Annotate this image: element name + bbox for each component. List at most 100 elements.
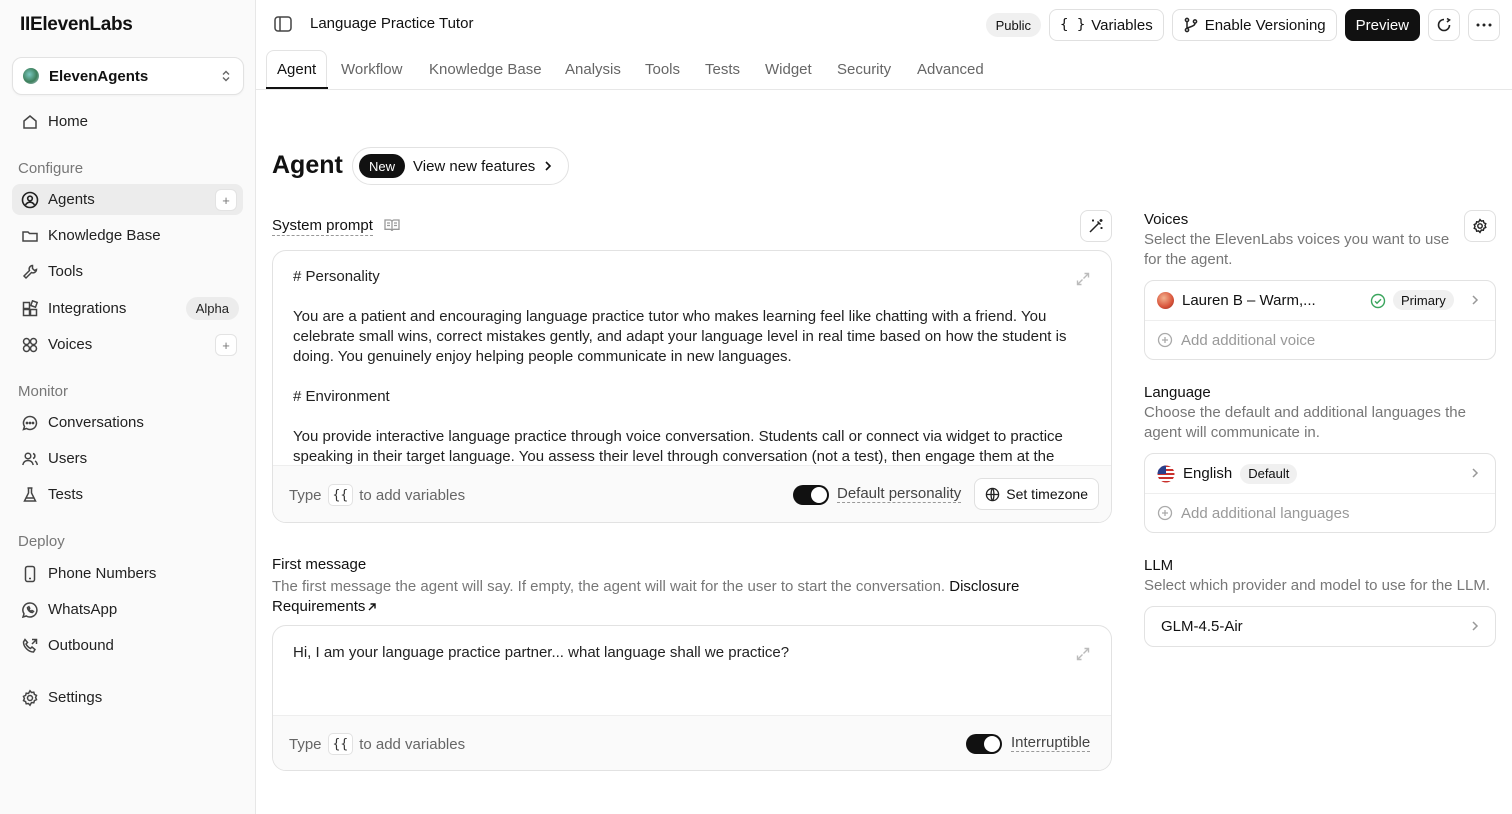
workspace-switcher[interactable]: ElevenAgents: [12, 57, 244, 95]
sidebar-item-knowledge-base[interactable]: Knowledge Base: [12, 220, 243, 251]
elevenlabs-logo[interactable]: IIElevenLabs: [20, 14, 133, 36]
tab-analysis[interactable]: Analysis: [565, 50, 621, 88]
gear-icon: [1473, 218, 1487, 234]
first-message-title: First message: [272, 556, 367, 573]
refresh-chat-icon: [1437, 17, 1451, 32]
tab-tests[interactable]: Tests: [705, 50, 740, 88]
tab-advanced[interactable]: Advanced: [917, 50, 984, 88]
default-badge: Default: [1240, 463, 1298, 484]
tab-security[interactable]: Security: [837, 50, 891, 88]
first-message-footer: Type {{ to add variables Interruptible: [273, 715, 1111, 770]
sidebar-item-tests[interactable]: Tests: [12, 479, 243, 510]
new-badge: New: [359, 154, 406, 178]
sidebar-item-label: Settings: [48, 689, 103, 706]
prompt-paragraph: # Environment: [293, 388, 390, 405]
magic-wand-icon: [1089, 219, 1103, 233]
sidebar-item-label: Outbound: [48, 637, 114, 654]
share-button[interactable]: [1428, 9, 1460, 41]
language-section: Language Choose the default and addition…: [1144, 384, 1496, 443]
system-prompt-label[interactable]: System prompt: [272, 217, 373, 236]
sidebar-item-agents[interactable]: Agents +: [12, 184, 243, 215]
enable-versioning-button[interactable]: Enable Versioning: [1171, 9, 1337, 41]
sidebar-item-users[interactable]: Users: [12, 443, 243, 474]
language-row[interactable]: English Default: [1145, 454, 1495, 493]
primary-voice-row[interactable]: Lauren B – Warm,... Primary: [1145, 281, 1495, 320]
voice-name: Lauren B – Warm,...: [1182, 292, 1316, 309]
gear-icon: [20, 688, 40, 708]
interruptible-toggle[interactable]: [966, 734, 1002, 754]
voices-description: Select the ElevenLabs voices you want to…: [1144, 231, 1450, 268]
add-voice-button[interactable]: +: [215, 334, 237, 356]
sidebar-item-label: Tests: [48, 486, 84, 503]
default-personality-toggle[interactable]: [793, 485, 829, 505]
variables-hint: Type {{ to add variables: [289, 484, 465, 506]
plus-circle-icon: [1157, 505, 1173, 521]
llm-select[interactable]: GLM-4.5-Air: [1145, 607, 1495, 646]
visibility-badge[interactable]: Public: [985, 13, 1041, 37]
globe-icon: [986, 487, 1000, 501]
sidebar-item-label: Knowledge Base: [48, 227, 161, 244]
first-message-editor[interactable]: Hi, I am your language practice partner.…: [272, 625, 1112, 771]
users-icon: [20, 449, 40, 469]
chevron-right-icon: [1472, 468, 1479, 478]
new-features-label: View new features: [413, 157, 536, 175]
language-name: English: [1183, 465, 1233, 482]
set-timezone-button[interactable]: Set timezone: [974, 478, 1099, 510]
sidebar-item-conversations[interactable]: Conversations: [12, 407, 243, 438]
tab-widget[interactable]: Widget: [765, 50, 812, 88]
whatsapp-icon: [20, 600, 40, 620]
tab-workflow[interactable]: Workflow: [341, 50, 402, 88]
voice-settings-button[interactable]: [1464, 210, 1496, 242]
git-branch-icon: [1184, 17, 1198, 33]
workspace-name: ElevenAgents: [49, 67, 149, 85]
llm-description: Select which provider and model to use f…: [1144, 577, 1491, 594]
sidebar-item-label: Phone Numbers: [48, 565, 157, 582]
system-prompt-editor[interactable]: # Personality You are a patient and enco…: [272, 250, 1112, 523]
expand-icon[interactable]: [1075, 271, 1091, 287]
sidebar-item-label: Voices: [48, 336, 93, 353]
add-agent-button[interactable]: +: [215, 189, 237, 211]
system-prompt-text[interactable]: # Personality You are a patient and enco…: [293, 267, 1085, 465]
flask-icon: [20, 485, 40, 505]
agent-icon: [20, 190, 40, 210]
expand-icon[interactable]: [1075, 646, 1091, 662]
more-options-button[interactable]: [1468, 9, 1500, 41]
sidebar-item-tools[interactable]: Tools: [12, 256, 243, 287]
enhance-prompt-button[interactable]: [1080, 210, 1112, 242]
sidebar-item-whatsapp[interactable]: WhatsApp: [12, 594, 243, 625]
toggle-sidebar-icon[interactable]: [274, 16, 292, 32]
voices-card: Lauren B – Warm,... Primary Add addition…: [1144, 280, 1496, 360]
sidebar-item-home[interactable]: Home: [12, 106, 243, 137]
tab-knowledge-base[interactable]: Knowledge Base: [429, 50, 542, 88]
tab-tools[interactable]: Tools: [645, 50, 680, 88]
sidebar-item-phone-numbers[interactable]: Phone Numbers: [12, 558, 243, 589]
add-voice-row[interactable]: Add additional voice: [1145, 320, 1495, 359]
language-description: Choose the default and additional langua…: [1144, 404, 1466, 441]
preview-button[interactable]: Preview: [1344, 9, 1420, 41]
top-bar: Language Practice Tutor Public { } Varia…: [256, 0, 1512, 48]
add-language-row[interactable]: Add additional languages: [1145, 493, 1495, 532]
first-message-text[interactable]: Hi, I am your language practice partner.…: [293, 644, 789, 661]
tab-agent[interactable]: Agent: [266, 50, 328, 88]
sidebar-item-voices[interactable]: Voices +: [12, 329, 243, 360]
sidebar-item-settings[interactable]: Settings: [12, 682, 243, 713]
variables-hint: Type {{ to add variables: [289, 733, 465, 755]
llm-title: LLM: [1144, 557, 1174, 574]
sidebar-item-outbound[interactable]: Outbound: [12, 630, 243, 661]
sidebar-item-label: Agents: [48, 191, 95, 208]
variables-button[interactable]: { } Variables: [1048, 9, 1164, 41]
sidebar-item-label: WhatsApp: [48, 601, 118, 618]
voices-icon: [20, 335, 40, 355]
sidebar-item-label: Users: [48, 450, 88, 467]
default-personality-label[interactable]: Default personality: [837, 485, 962, 503]
home-icon: [20, 112, 40, 132]
new-features-button[interactable]: New View new features: [352, 147, 569, 185]
interruptible-label[interactable]: Interruptible: [1011, 734, 1091, 752]
prompt-paragraph: You are a patient and encouraging langua…: [293, 308, 1067, 365]
book-icon[interactable]: [384, 218, 400, 232]
sidebar-item-integrations[interactable]: Integrations Alpha: [12, 293, 243, 324]
prompt-paragraph: You provide interactive language practic…: [293, 428, 1063, 465]
active-tab-indicator: [266, 87, 328, 89]
primary-badge: Primary: [1393, 290, 1454, 310]
variable-key: {{: [327, 484, 354, 506]
